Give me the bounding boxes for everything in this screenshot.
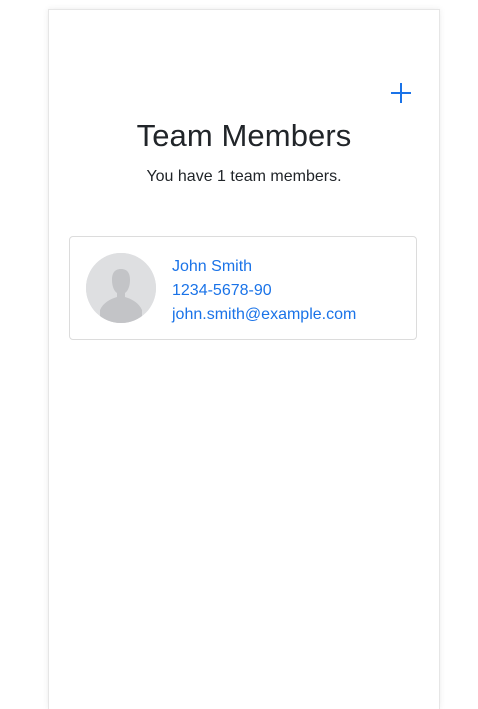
member-info: John Smith 1234-5678-90 john.smith@examp… <box>172 255 356 327</box>
add-member-button[interactable] <box>389 81 413 105</box>
member-email-link[interactable]: john.smith@example.com <box>172 303 356 327</box>
person-placeholder-icon <box>86 253 156 323</box>
member-count-text: You have 1 team members. <box>146 168 342 185</box>
member-card[interactable]: John Smith 1234-5678-90 john.smith@examp… <box>69 236 417 340</box>
member-phone-link[interactable]: 1234-5678-90 <box>172 279 356 303</box>
team-members-page: Team Members You have 1 team members. Jo… <box>48 9 440 709</box>
page-title: Team Members <box>136 118 352 153</box>
member-name-link[interactable]: John Smith <box>172 255 356 279</box>
